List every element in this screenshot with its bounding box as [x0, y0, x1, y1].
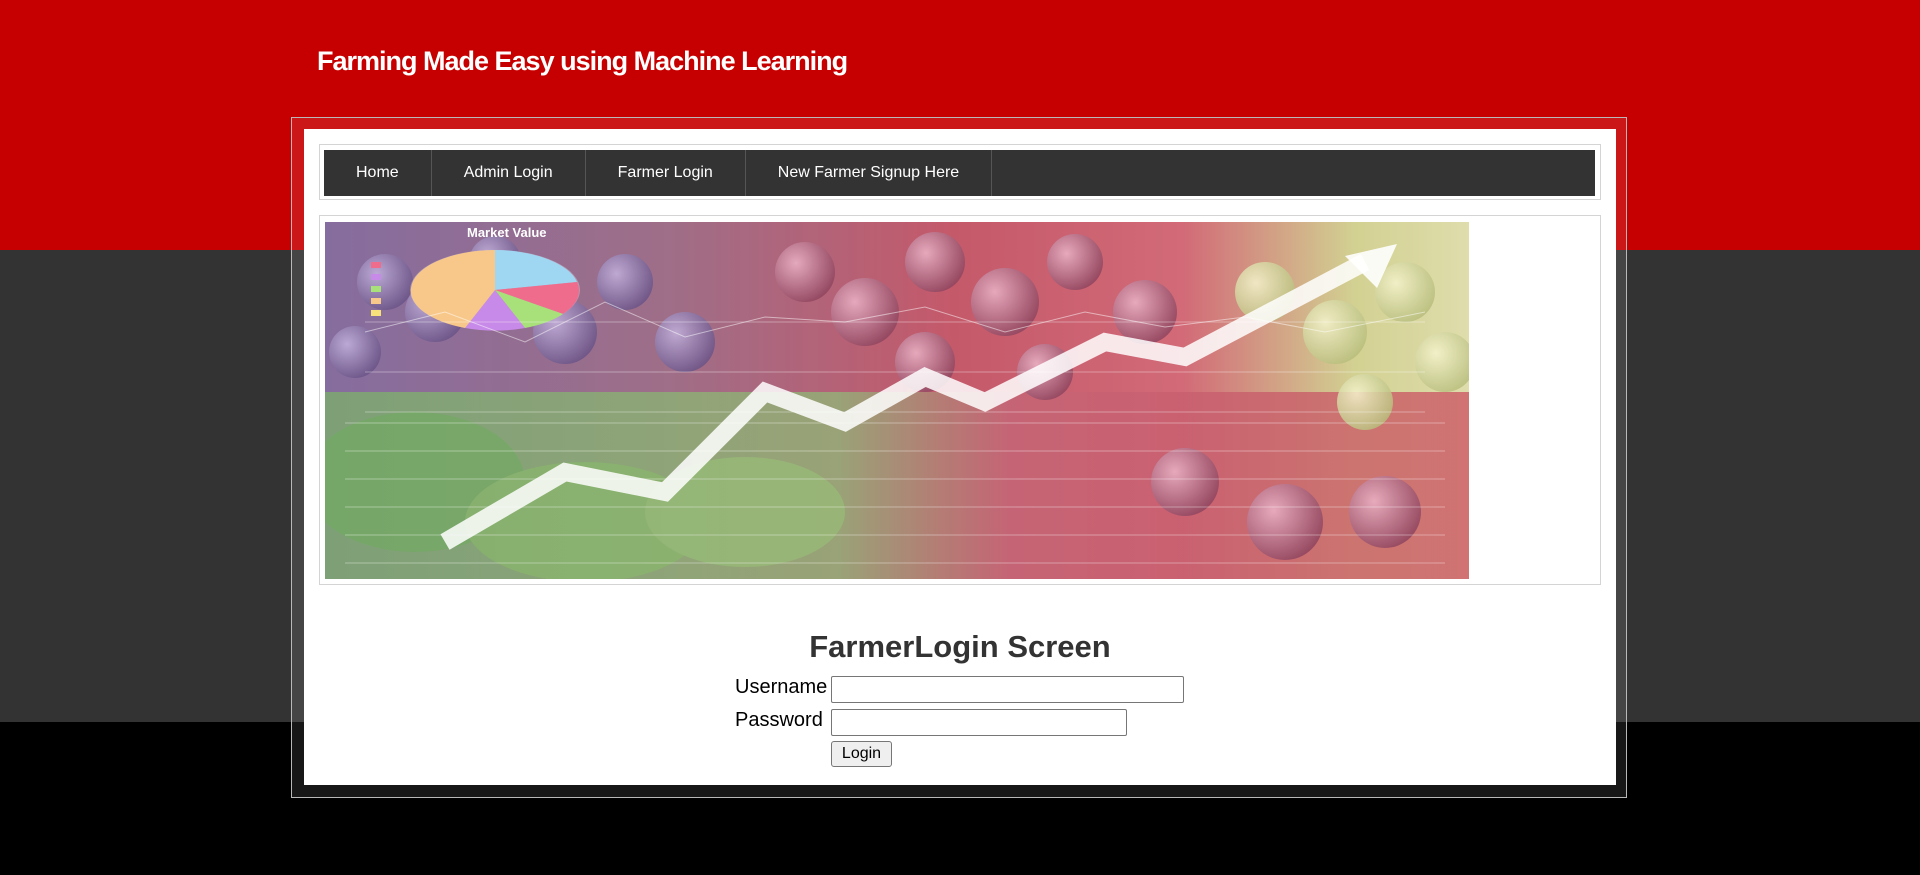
password-label: Password: [735, 709, 823, 731]
password-input[interactable]: [831, 709, 1127, 736]
username-input[interactable]: [831, 676, 1184, 703]
username-label: Username: [735, 676, 828, 698]
banner-graphic: Market Value: [325, 222, 1469, 579]
nav-admin-login-link[interactable]: Admin Login: [432, 150, 586, 196]
login-button[interactable]: Login: [831, 741, 892, 767]
banner-image: Market Value: [325, 222, 1469, 579]
site-title: Farming Made Easy using Machine Learning: [317, 46, 848, 76]
content-panel: Home Admin Login Farmer Login New Farmer…: [304, 129, 1616, 785]
main-nav: Home Admin Login Farmer Login New Farmer…: [324, 150, 1595, 196]
nav-home-link[interactable]: Home: [324, 150, 432, 196]
nav-farmer-login-link[interactable]: Farmer Login: [586, 150, 746, 196]
nav-new-farmer-signup-link[interactable]: New Farmer Signup Here: [746, 150, 993, 196]
market-value-label: Market Value: [467, 225, 547, 240]
login-heading: FarmerLogin Screen: [809, 629, 1111, 664]
